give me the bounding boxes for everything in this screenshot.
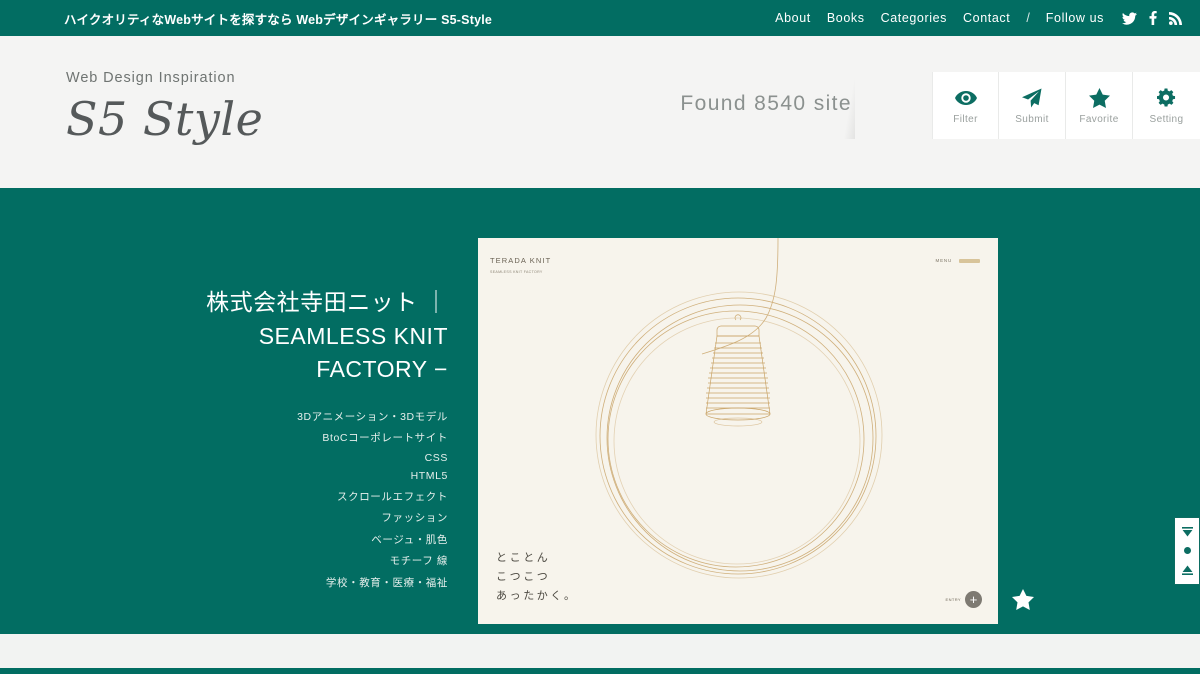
entry-tag[interactable]: BtoCコーポレートサイト <box>322 430 448 445</box>
site-tagline: ハイクオリティなWebサイトを探すなら Webデザインギャラリー S5-Styl… <box>64 12 493 27</box>
paper-plane-icon <box>1022 87 1042 109</box>
entry-title-line: 株式会社寺田ニット ｜ <box>206 289 448 315</box>
logo-subtitle: Web Design Inspiration <box>66 70 236 86</box>
scroll-top-icon[interactable] <box>1181 527 1193 537</box>
footer-accent-band <box>0 668 1200 674</box>
brand-band: Web Design Inspiration S5 Style Found 85… <box>0 36 1200 188</box>
plus-icon: + <box>965 591 982 608</box>
entry-tag-list: 3Dアニメーション・3Dモデル BtoCコーポレートサイト CSS HTML5 … <box>28 409 448 590</box>
preview-entry-button: ENTRY + <box>946 591 982 608</box>
scroll-navigation <box>1174 517 1200 585</box>
nav-link-categories[interactable]: Categories <box>881 11 947 25</box>
star-icon <box>1088 87 1110 109</box>
preview-logo: TERADA KNIT SEAMLESS KNIT FACTORY <box>490 256 551 276</box>
entry-tag[interactable]: 学校・教育・医療・福祉 <box>326 575 448 590</box>
entry-tag[interactable]: 3Dアニメーション・3Dモデル <box>297 409 448 424</box>
nav-separator: / <box>1026 11 1030 25</box>
eye-icon <box>954 87 977 109</box>
entry-tag[interactable]: ベージュ・肌色 <box>371 532 448 547</box>
social-links <box>1122 11 1182 25</box>
facebook-icon[interactable] <box>1149 11 1157 25</box>
nav-link-about[interactable]: About <box>775 11 811 25</box>
rss-icon[interactable] <box>1169 11 1182 25</box>
preview-copy-line: とことん <box>496 552 551 565</box>
submit-label: Submit <box>1015 113 1049 125</box>
utility-toolbar: Filter Submit Favorite Setting <box>932 72 1200 139</box>
preview-menu-label: MENU <box>935 258 952 263</box>
favorite-label: Favorite <box>1079 113 1119 125</box>
site-logo[interactable]: Web Design Inspiration S5 Style <box>66 70 263 142</box>
entry-title[interactable]: 株式会社寺田ニット ｜ SEAMLESS KNIT FACTORY − <box>28 286 448 387</box>
twitter-icon[interactable] <box>1122 11 1137 25</box>
favorite-star-toggle[interactable] <box>998 574 1048 624</box>
site-count: Found 8540 site <box>680 92 852 116</box>
entry-tag[interactable]: スクロールエフェクト <box>337 489 448 504</box>
hamburger-icon <box>959 258 980 263</box>
preview-logo-name: TERADA KNIT <box>490 256 552 265</box>
preview-menu-button: MENU <box>936 258 980 263</box>
setting-label: Setting <box>1149 113 1184 125</box>
scroll-dot-icon[interactable] <box>1183 547 1191 555</box>
preview-copy-line: あったかく。 <box>496 590 578 603</box>
entry-tag[interactable]: CSS <box>425 452 448 464</box>
favorite-button[interactable]: Favorite <box>1066 72 1133 139</box>
entry-info: 株式会社寺田ニット ｜ SEAMLESS KNIT FACTORY − 3Dアニ… <box>28 286 448 590</box>
entry-tag[interactable]: HTML5 <box>411 470 448 482</box>
nav-link-books[interactable]: Books <box>827 11 865 25</box>
primary-navigation: About Books Categories Contact / Follow … <box>775 11 1182 25</box>
follow-us-label: Follow us <box>1045 11 1104 25</box>
footer-gap-band <box>0 634 1200 668</box>
main-stage: 株式会社寺田ニット ｜ SEAMLESS KNIT FACTORY − 3Dアニ… <box>0 188 1200 634</box>
gear-icon <box>1157 87 1176 109</box>
filter-label: Filter <box>953 113 978 125</box>
preview-copy: とことん こつこつ あったかく。 <box>496 549 578 606</box>
star-icon <box>1012 588 1034 610</box>
scroll-bottom-icon[interactable] <box>1181 565 1193 575</box>
setting-button[interactable]: Setting <box>1133 72 1200 139</box>
preview-copy-line: こつこつ <box>496 571 551 584</box>
submit-button[interactable]: Submit <box>999 72 1066 139</box>
site-preview-thumbnail[interactable]: TERADA KNIT SEAMLESS KNIT FACTORY MENU と… <box>478 238 998 624</box>
top-header-bar: ハイクオリティなWebサイトを探すなら Webデザインギャラリー S5-Styl… <box>0 0 1200 36</box>
logo-title: S5 Style <box>66 92 264 146</box>
filter-button[interactable]: Filter <box>932 72 999 139</box>
entry-title-line: SEAMLESS KNIT <box>258 322 448 349</box>
entry-title-line: FACTORY − <box>316 356 448 383</box>
nav-link-contact[interactable]: Contact <box>963 11 1010 25</box>
preview-logo-tagline: SEAMLESS KNIT FACTORY <box>490 270 543 274</box>
site-count-text: Found 8540 site <box>680 92 852 115</box>
entry-tag[interactable]: ファッション <box>381 510 448 525</box>
preview-entry-label: ENTRY <box>945 597 961 602</box>
entry-tag[interactable]: モチーフ 線 <box>390 553 448 568</box>
